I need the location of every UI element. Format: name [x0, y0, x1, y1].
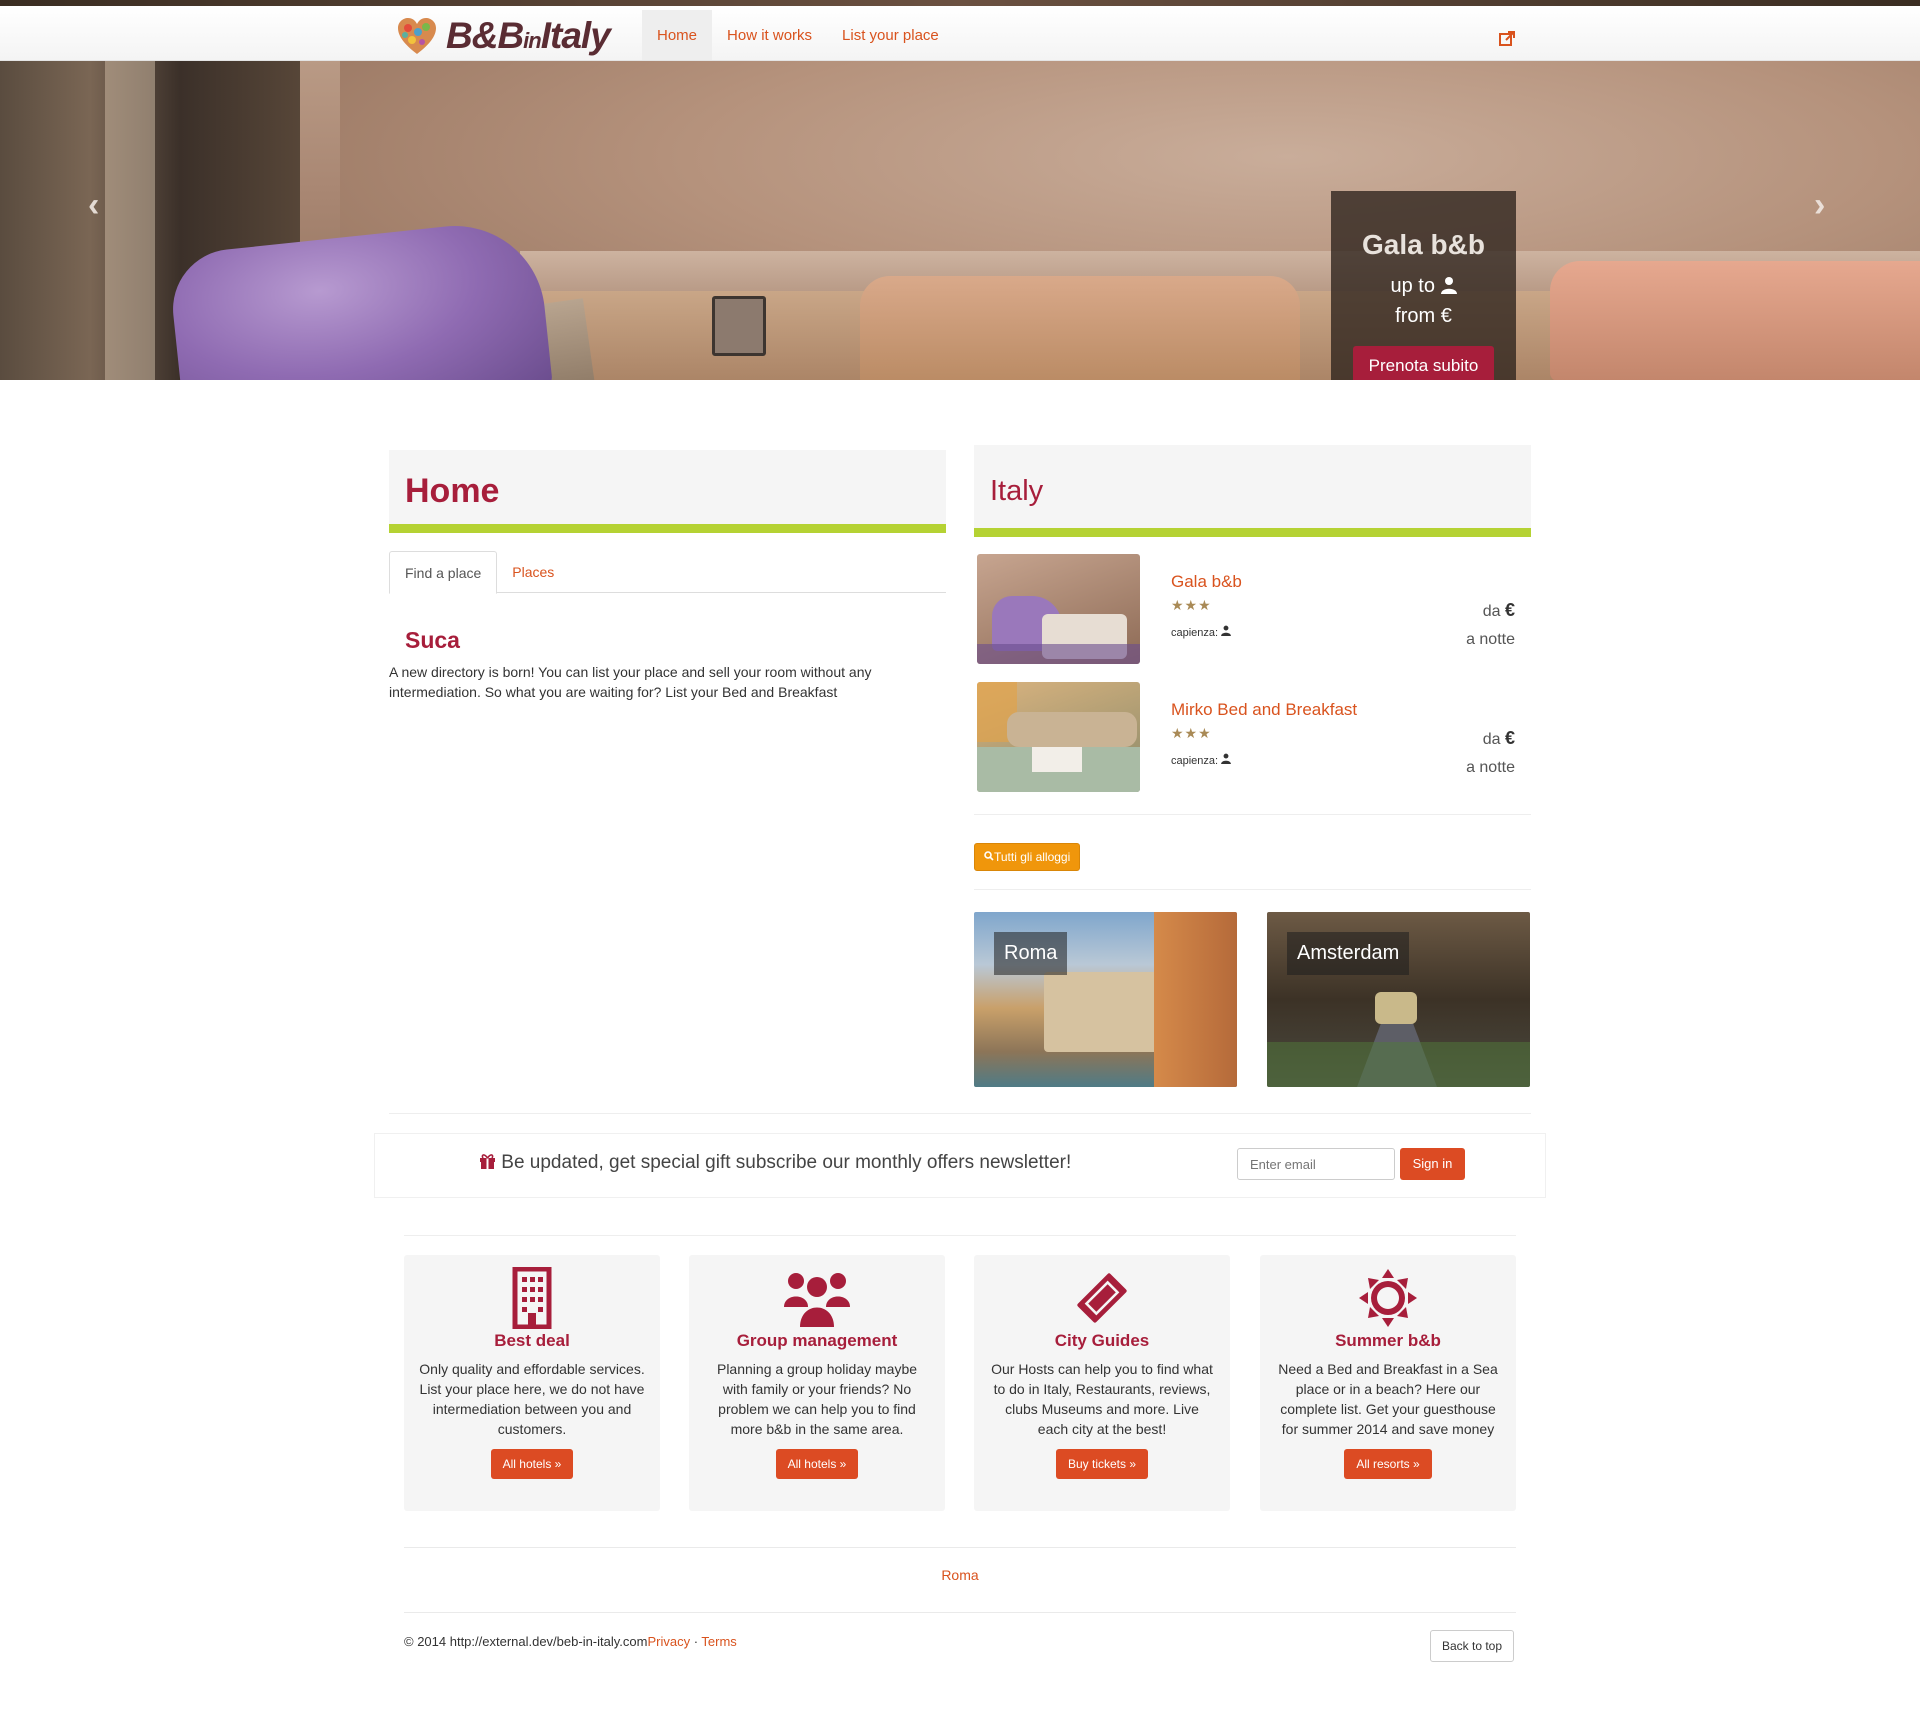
user-icon	[1221, 625, 1232, 636]
feature-text: Only quality and effordable services. Li…	[419, 1361, 645, 1437]
footer-separator: ·	[690, 1634, 702, 1649]
hero-carousel: ‹ › Gala b&b up to from € Prenota subito	[0, 61, 1920, 380]
user-icon	[1440, 277, 1457, 294]
carousel-caption: Gala b&b up to from € Prenota subito	[1331, 191, 1516, 380]
feature-card: Summer b&b Need a Bed and Breakfast in a…	[1260, 1255, 1516, 1511]
feature-title: Best deal	[494, 1331, 570, 1350]
city-label: Roma	[994, 932, 1068, 975]
footer: © 2014 http://external.dev/beb-in-italy.…	[404, 1634, 737, 1649]
carousel-prev-icon[interactable]: ‹	[88, 186, 99, 225]
listing-item[interactable]: Gala b&b ★★★ capienza: da € a notte	[974, 554, 1531, 682]
section-heading: Suca	[405, 627, 460, 653]
feature-title: Group management	[736, 1331, 898, 1350]
divider	[404, 1547, 1516, 1548]
buy-tickets-button[interactable]: Buy tickets »	[1055, 1449, 1149, 1479]
listing-price: da € a notte	[1466, 596, 1515, 654]
listing-thumbnail[interactable]	[977, 554, 1140, 664]
logo-italy: Italy	[540, 15, 611, 56]
book-now-button[interactable]: Prenota subito	[1352, 346, 1495, 380]
listing-name[interactable]: Gala b&b	[1171, 572, 1242, 592]
all-accommodations-button[interactable]: Tutti gli alloggi	[974, 843, 1081, 871]
email-field[interactable]	[1237, 1148, 1395, 1180]
footer-city-link[interactable]: Roma	[0, 1567, 1920, 1583]
feature-text: Our Hosts can help you to find what to d…	[991, 1361, 1213, 1437]
all-hotels-button[interactable]: All hotels »	[490, 1449, 574, 1479]
back-to-top-button[interactable]: Back to top	[1430, 1630, 1514, 1662]
divider	[974, 814, 1531, 815]
feature-card: City Guides Our Hosts can help you to fi…	[974, 1255, 1230, 1511]
city-label: Amsterdam	[1287, 932, 1410, 975]
feature-card: Group management Planning a group holida…	[689, 1255, 945, 1511]
page-title: Home	[405, 472, 500, 510]
italy-panel: Italy Gala b&b ★★★ capienza: da € a nott…	[974, 445, 1531, 1090]
sun-icon	[1359, 1269, 1417, 1327]
feature-title: Summer b&b	[1335, 1331, 1441, 1350]
rating-stars: ★★★	[1171, 725, 1212, 741]
building-icon	[512, 1267, 552, 1329]
privacy-link[interactable]: Privacy	[647, 1634, 690, 1649]
nav-home[interactable]: Home	[642, 10, 713, 60]
all-resorts-button[interactable]: All resorts »	[1344, 1449, 1432, 1479]
section-description: A new directory is born! You can list yo…	[389, 664, 872, 700]
newsletter-text: Be updated, get special gift subscribe o…	[501, 1152, 1072, 1173]
caption-up-to: up to	[1390, 275, 1435, 297]
terms-link[interactable]: Terms	[701, 1634, 736, 1649]
nav-how-it-works[interactable]: How it works	[712, 10, 827, 60]
listing-item[interactable]: Mirko Bed and Breakfast ★★★ capienza: da…	[974, 682, 1531, 810]
listing-thumbnail[interactable]	[977, 682, 1140, 792]
gift-icon	[480, 1154, 495, 1169]
capacity-label: capienza:	[1171, 755, 1219, 767]
tab-places[interactable]: Places	[497, 551, 569, 592]
group-icon	[784, 1273, 850, 1327]
feature-card: Best deal Only quality and effordable se…	[404, 1255, 660, 1511]
city-card-roma[interactable]: Roma	[974, 912, 1237, 1087]
price-currency: €	[1504, 600, 1515, 620]
logo[interactable]: B&BinItaly	[396, 14, 611, 58]
wall-outlet	[712, 296, 766, 356]
search-icon	[984, 851, 994, 861]
tabs: Find a place Places	[389, 551, 946, 594]
heart-logo-icon	[398, 18, 436, 54]
carousel-next-icon[interactable]: ›	[1814, 186, 1825, 225]
ticket-icon	[1077, 1273, 1127, 1323]
price-currency: €	[1504, 728, 1515, 748]
feature-text: Need a Bed and Breakfast in a Sea place …	[1278, 1361, 1498, 1437]
listing-price: da € a notte	[1466, 724, 1515, 782]
price-prefix: da	[1482, 603, 1501, 620]
navbar: B&BinItaly Home How it works List your p…	[0, 6, 1920, 61]
capacity-label: capienza:	[1171, 627, 1219, 639]
italy-title: Italy	[990, 475, 1044, 507]
price-per: a notte	[1466, 759, 1515, 776]
caption-from: from €	[1395, 305, 1452, 327]
all-hotels-button[interactable]: All hotels »	[775, 1449, 859, 1479]
feature-text: Planning a group holiday maybe with fami…	[716, 1361, 918, 1437]
divider	[404, 1235, 1516, 1236]
nav-list-your-place[interactable]: List your place	[827, 10, 954, 60]
tab-find-a-place[interactable]: Find a place	[389, 551, 498, 594]
caption-title: Gala b&b	[1362, 229, 1485, 260]
logo-in: in	[523, 28, 542, 53]
user-icon	[1221, 753, 1232, 764]
price-prefix: da	[1482, 731, 1501, 748]
newsletter-bar: Be updated, get special gift subscribe o…	[374, 1133, 1546, 1198]
rating-stars: ★★★	[1171, 597, 1212, 613]
home-panel: Home Find a place Places Suca A new dire…	[389, 450, 946, 702]
share-icon[interactable]	[1498, 30, 1516, 48]
listing-name[interactable]: Mirko Bed and Breakfast	[1171, 700, 1357, 720]
sign-in-button[interactable]: Sign in	[1400, 1148, 1465, 1180]
main-nav: Home How it works List your place	[642, 10, 954, 60]
price-per: a notte	[1466, 631, 1515, 648]
copyright: © 2014 http://external.dev/beb-in-italy.…	[404, 1634, 648, 1649]
feature-title: City Guides	[1054, 1331, 1150, 1350]
logo-text: B&B	[446, 15, 524, 56]
city-card-amsterdam[interactable]: Amsterdam	[1267, 912, 1530, 1087]
divider	[389, 1113, 1531, 1114]
divider	[404, 1612, 1516, 1613]
